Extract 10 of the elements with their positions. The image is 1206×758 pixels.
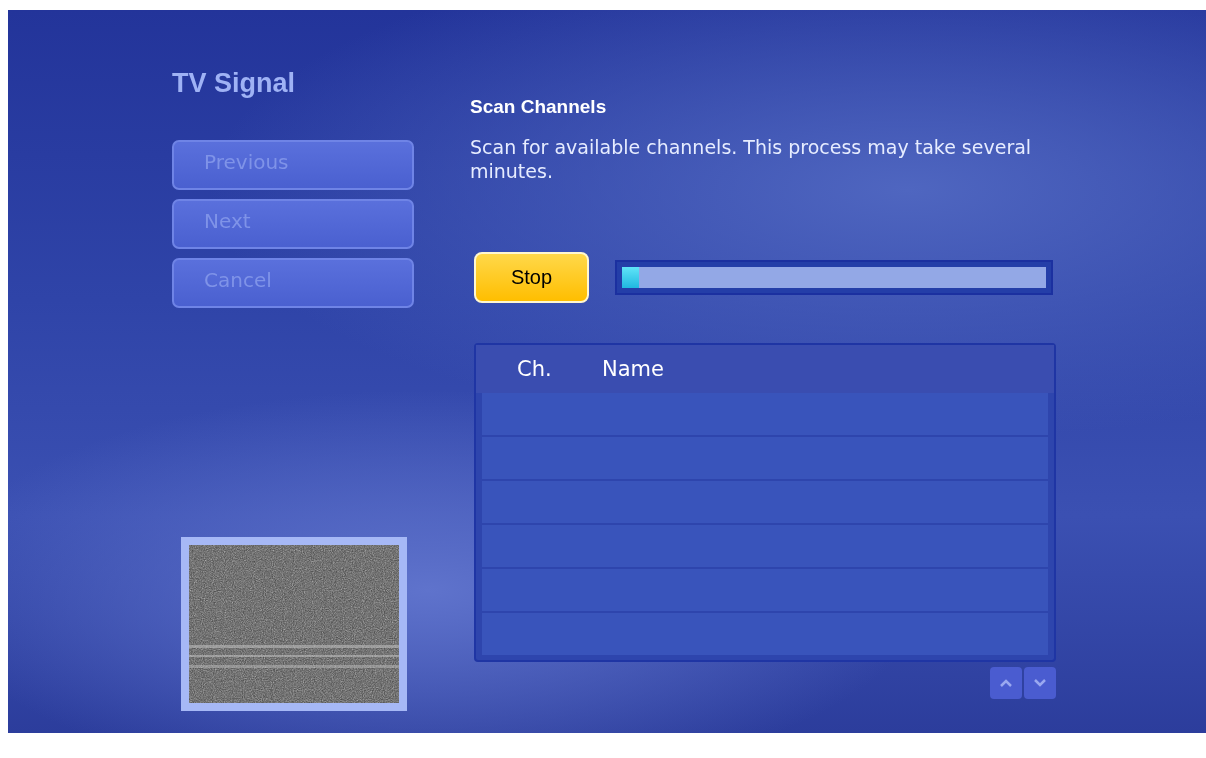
scroll-up-button[interactable] (990, 666, 1022, 699)
chevron-up-icon (999, 677, 1013, 688)
column-header: Ch. (517, 356, 553, 381)
section-heading: Scan Channels (470, 96, 608, 118)
scroll-down-button[interactable] (1024, 666, 1056, 699)
page-title: TV Signal (172, 68, 297, 100)
column-header: Name (602, 356, 664, 381)
description-text: Scan for available channels. This process may take several minutes. (470, 136, 1033, 184)
chevron-down-icon (1033, 677, 1047, 688)
stop-button[interactable]: Stop (474, 251, 589, 303)
